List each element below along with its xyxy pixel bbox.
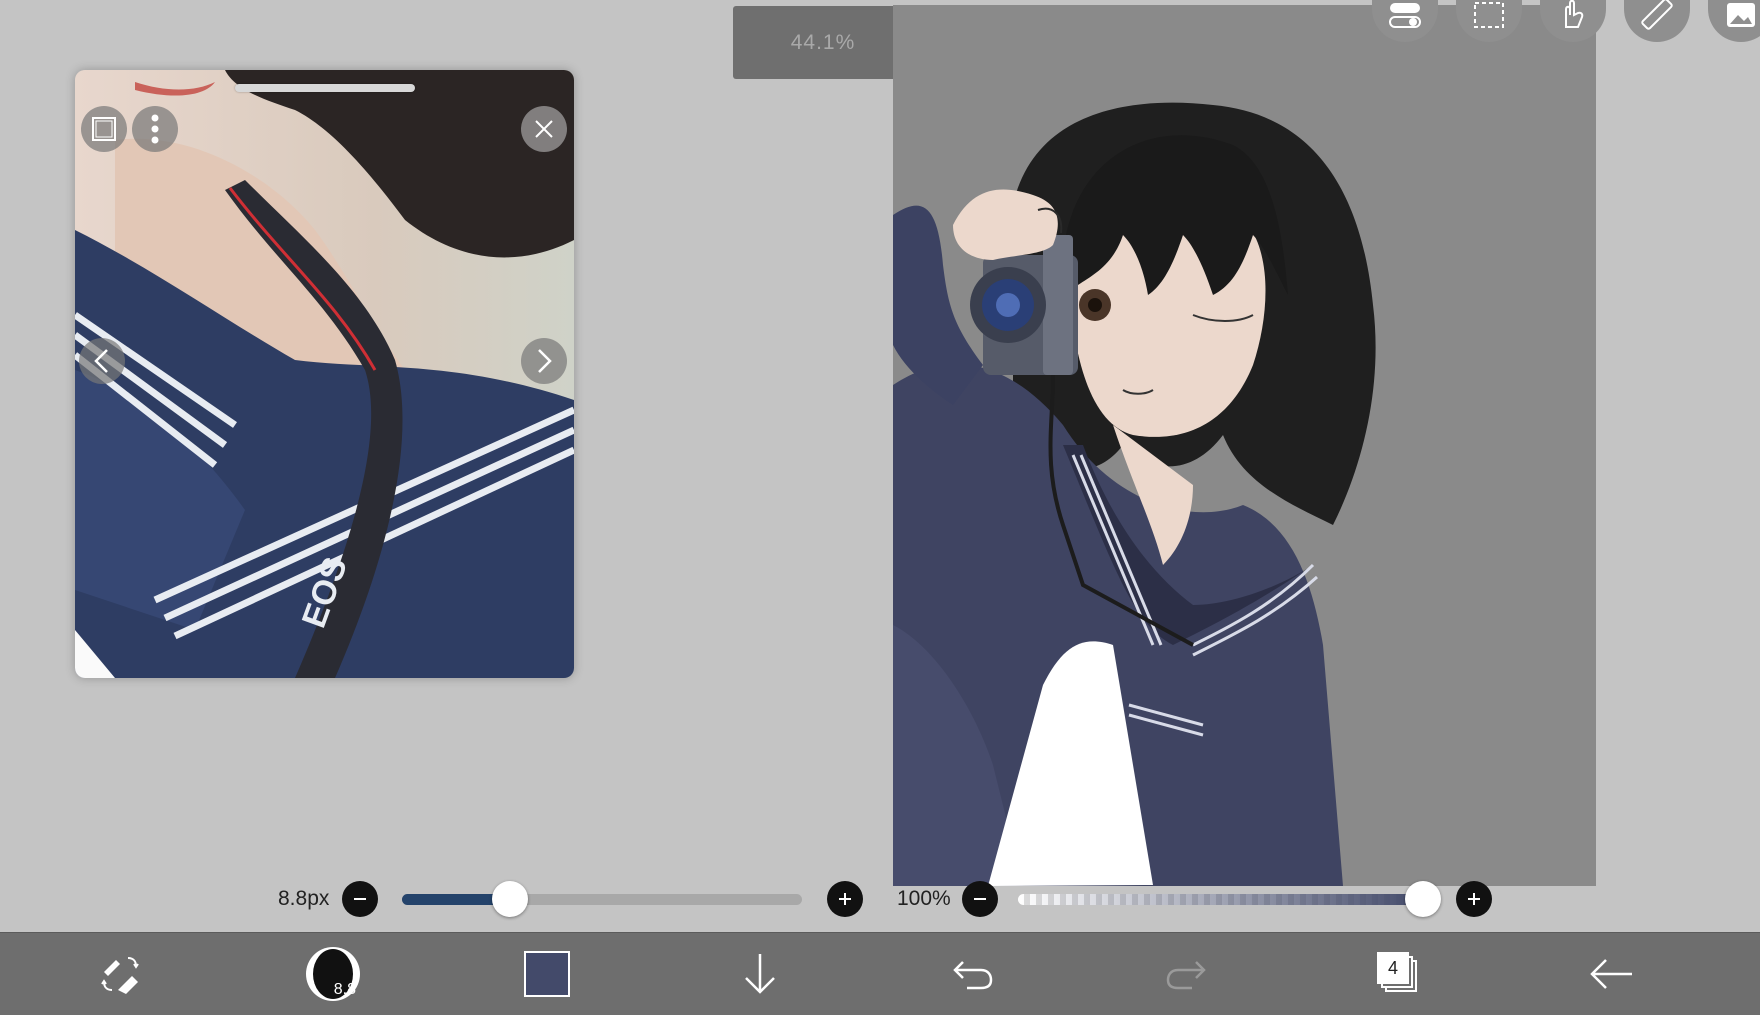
reference-more-button[interactable] [132, 106, 178, 152]
arrow-down-icon [745, 954, 775, 994]
plus-icon [1468, 893, 1480, 905]
opacity-decrease-button[interactable] [962, 881, 998, 917]
reference-window[interactable]: EOS [75, 70, 574, 678]
redo-icon [1166, 961, 1206, 990]
more-icon [151, 114, 159, 144]
reference-close-button[interactable] [521, 106, 567, 152]
reference-next-button[interactable] [521, 338, 567, 384]
bottom-toolbar: 8.8 4 [0, 932, 1760, 1015]
brush-size-badge: 8.8 [333, 981, 356, 998]
color-picker-button[interactable] [497, 933, 597, 1015]
reference-prev-button[interactable] [79, 338, 125, 384]
layer-toggle-icon [1389, 3, 1421, 28]
layer-toggle-button[interactable] [1372, 0, 1438, 42]
minus-icon [974, 898, 986, 900]
brush-size-label: 8.8px [278, 887, 330, 910]
reference-crop-button[interactable] [81, 106, 127, 152]
image-icon [1727, 3, 1755, 27]
brush-size-thumb[interactable] [492, 881, 528, 917]
layers-icon: 4 [1377, 952, 1421, 996]
brush-preview: 8.8 [306, 947, 360, 1001]
layers-count: 4 [1377, 952, 1409, 984]
crop-icon [92, 117, 116, 141]
redo-button[interactable] [1136, 933, 1236, 1015]
brush-eraser-toggle-button[interactable] [70, 933, 170, 1015]
reference-photo: EOS [75, 70, 574, 678]
brush-size-decrease-button[interactable] [342, 881, 378, 917]
ruler-button[interactable] [1624, 0, 1690, 42]
brush-size-increase-button[interactable] [827, 881, 863, 917]
brush-select-button[interactable]: 8.8 [283, 933, 383, 1015]
artwork-illustration [893, 102, 1376, 886]
top-toolbar [1372, 0, 1760, 46]
arrow-left-icon [1590, 959, 1632, 989]
reference-drag-handle[interactable] [235, 84, 415, 92]
layers-button[interactable]: 4 [1349, 933, 1449, 1015]
opacity-label: 100% [897, 887, 951, 910]
ruler-icon [1641, 0, 1673, 30]
undo-button[interactable] [923, 933, 1023, 1015]
hand-tool-button[interactable] [1540, 0, 1606, 42]
current-color-swatch [524, 951, 570, 997]
prev-icon [94, 349, 108, 373]
opacity-increase-button[interactable] [1456, 881, 1492, 917]
next-icon [538, 349, 552, 373]
hand-icon [1565, 0, 1584, 28]
close-icon [535, 120, 553, 138]
zoom-level-badge: 44.1% [733, 6, 913, 79]
minus-icon [354, 898, 366, 900]
image-button[interactable] [1708, 0, 1760, 42]
save-download-button[interactable] [710, 933, 810, 1015]
selection-icon [1474, 2, 1504, 28]
selection-button[interactable] [1456, 0, 1522, 42]
drawing-canvas[interactable] [893, 5, 1596, 886]
opacity-gradient [1018, 894, 1423, 905]
back-button[interactable] [1562, 933, 1662, 1015]
brush-eraser-swap-icon [101, 957, 139, 994]
plus-icon [839, 893, 851, 905]
undo-icon [953, 961, 993, 990]
opacity-thumb[interactable] [1405, 881, 1441, 917]
